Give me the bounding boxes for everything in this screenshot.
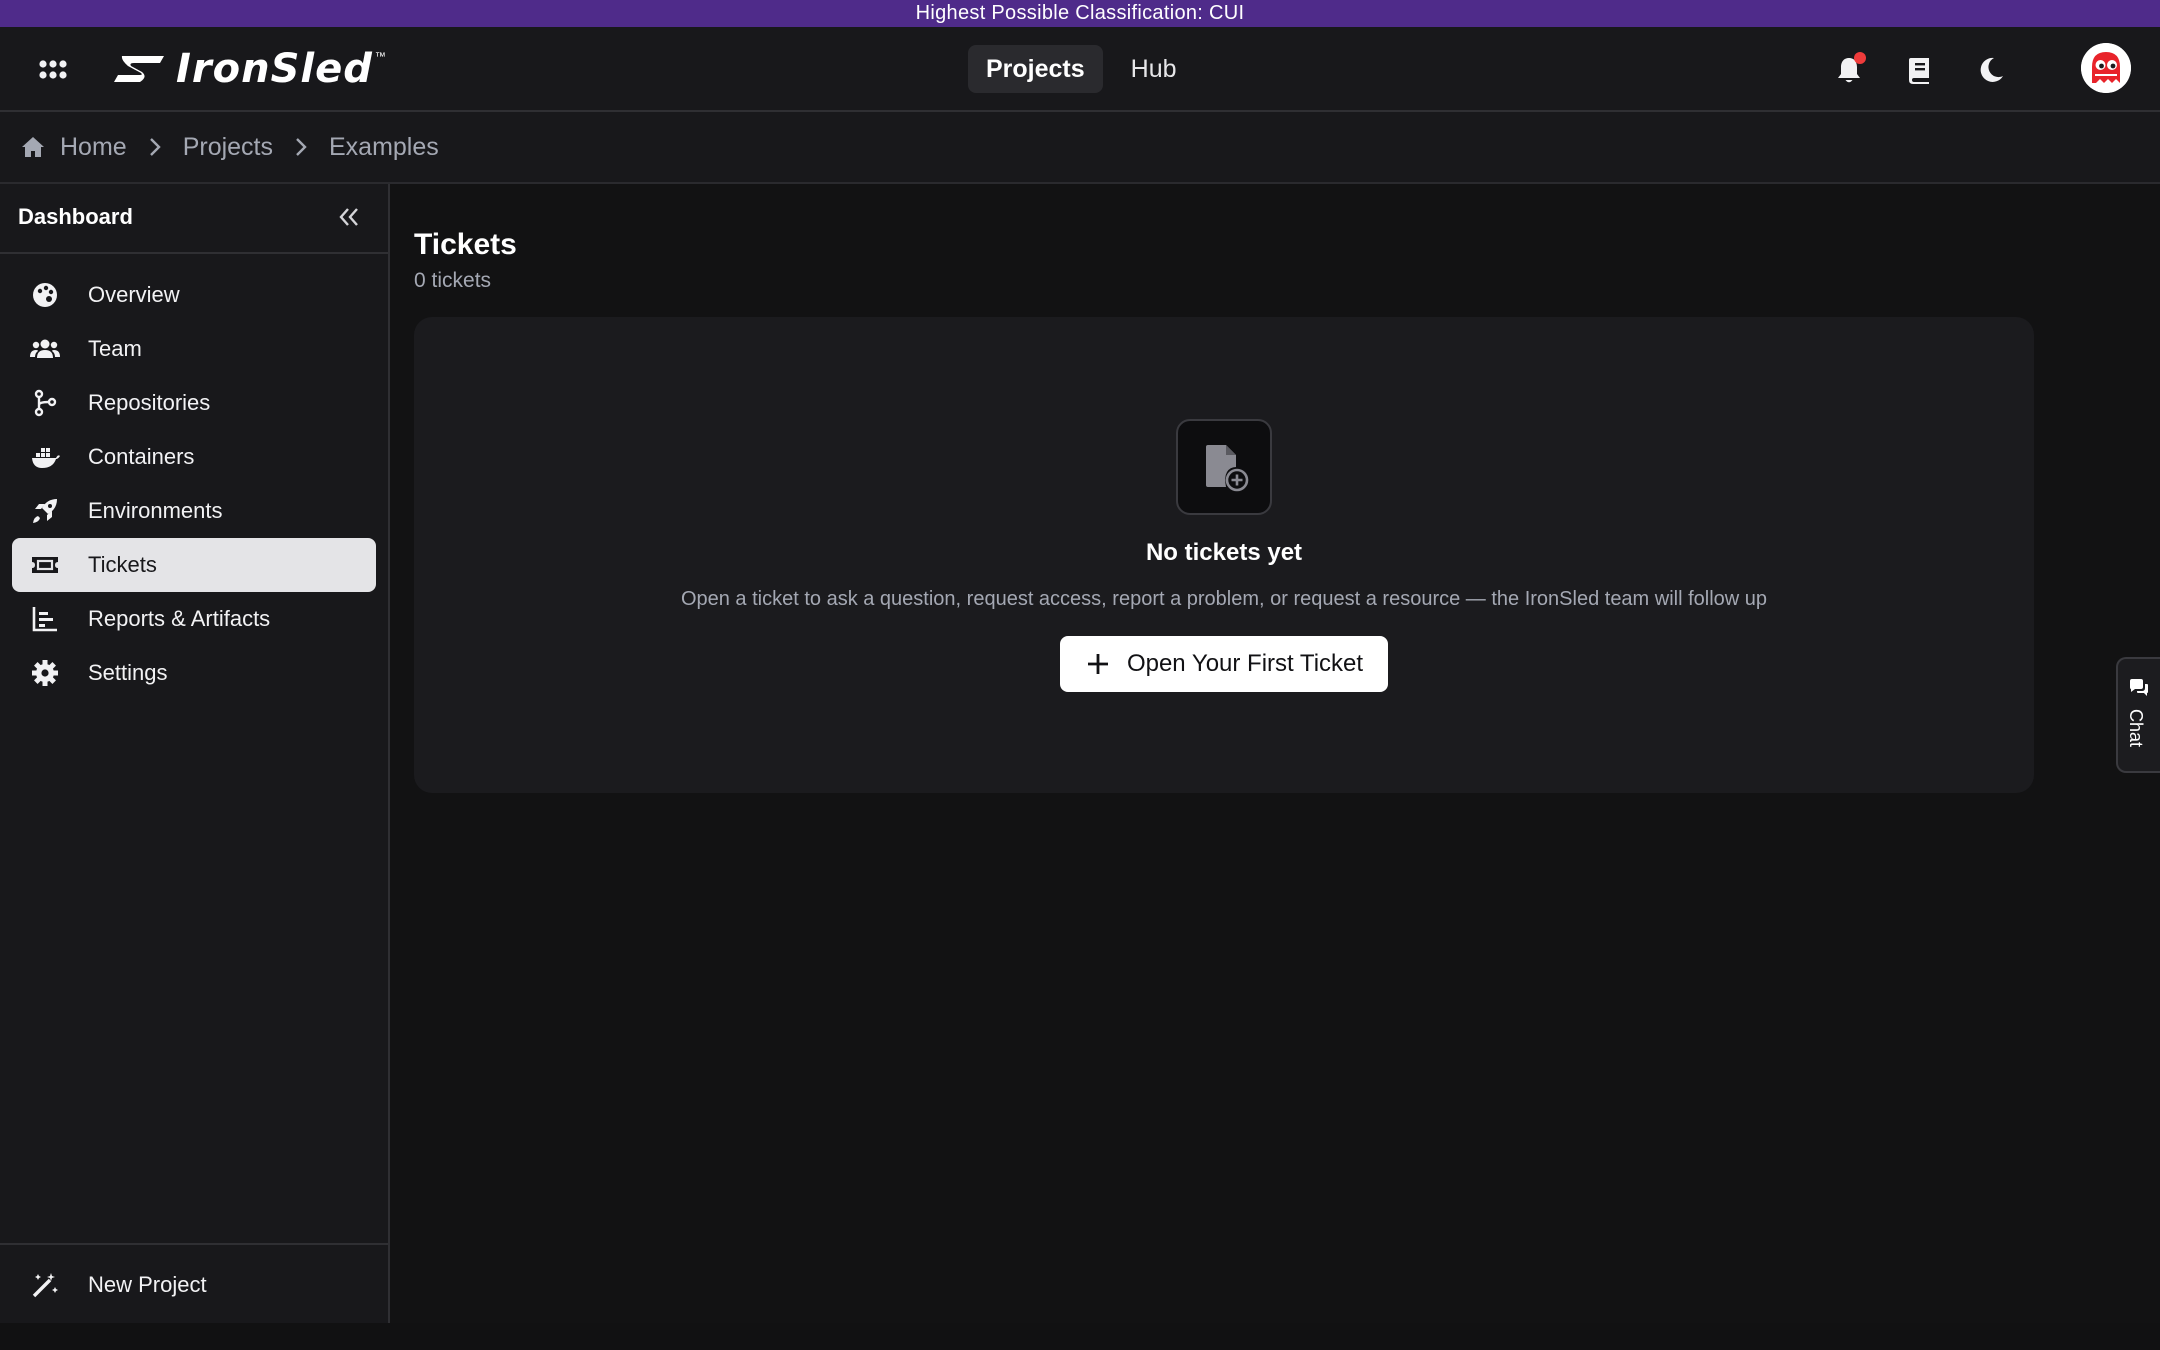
empty-state-description: Open a ticket to ask a question, request… [680, 588, 1768, 610]
notification-dot [1854, 52, 1866, 64]
new-project-button[interactable]: New Project [12, 1258, 376, 1312]
page-title: Tickets [414, 228, 517, 261]
sidebar-item-team[interactable]: Team [12, 322, 376, 376]
open-first-ticket-label: Open Your First Ticket [1126, 650, 1364, 677]
file-plus-icon [1206, 445, 1249, 492]
bottom-edge [0, 1323, 2160, 1350]
sidebar: Dashboard Overview Team Repositories Con… [0, 184, 390, 1323]
theme-toggle-button[interactable] [1972, 51, 2010, 89]
chart-icon [32, 607, 57, 632]
chat-icon [2130, 679, 2148, 696]
branch-icon [34, 389, 57, 417]
rocket-icon [33, 499, 57, 523]
empty-state-title: No tickets yet [1145, 539, 1303, 566]
sidebar-item-label: Team [88, 336, 142, 361]
sidebar-header: Dashboard [0, 184, 388, 254]
sled-logo-icon [114, 56, 164, 82]
plus-icon [1087, 654, 1108, 674]
top-nav: Projects Hub [968, 45, 1195, 93]
sidebar-nav: Overview Team Repositories Containers En… [0, 254, 388, 700]
chevron-right-icon [296, 138, 307, 156]
top-nav-projects[interactable]: Projects [968, 45, 1103, 93]
sidebar-item-containers[interactable]: Containers [12, 430, 376, 484]
double-chevron-left-icon [339, 208, 358, 226]
sidebar-item-label: Environments [88, 498, 223, 523]
logo-text: IronSled [176, 46, 373, 92]
gear-icon [32, 660, 58, 686]
chat-tab[interactable]: Chat [2116, 657, 2160, 773]
open-first-ticket-button[interactable]: Open Your First Ticket [1060, 636, 1388, 692]
classification-banner: Highest Possible Classification: CUI [0, 0, 2160, 27]
sidebar-item-reports[interactable]: Reports & Artifacts [12, 592, 376, 646]
notifications-button[interactable] [1830, 51, 1868, 89]
magic-wand-icon [32, 1273, 58, 1298]
ticket-icon [32, 557, 58, 573]
moon-icon [1980, 57, 2003, 82]
breadcrumb-projects[interactable]: Projects [183, 133, 273, 162]
apps-grid-icon[interactable] [36, 53, 70, 87]
sidebar-footer: New Project [0, 1243, 388, 1323]
top-header: IronSled ™ Projects Hub [0, 27, 2160, 112]
sidebar-item-overview[interactable]: Overview [12, 268, 376, 322]
ironsled-logo[interactable]: IronSled ™ [112, 46, 386, 92]
sidebar-item-label: Tickets [88, 552, 157, 577]
docs-button[interactable] [1901, 51, 1939, 89]
home-icon[interactable] [20, 134, 46, 160]
sidebar-item-label: Containers [88, 444, 195, 469]
breadcrumb-examples[interactable]: Examples [329, 133, 439, 162]
users-icon [30, 339, 60, 358]
top-nav-hub[interactable]: Hub [1113, 45, 1195, 93]
book-icon [1909, 58, 1929, 84]
sidebar-item-tickets[interactable]: Tickets [12, 538, 376, 592]
docker-icon [32, 448, 60, 468]
sidebar-item-repositories[interactable]: Repositories [12, 376, 376, 430]
collapse-sidebar-button[interactable] [334, 202, 364, 232]
chat-label: Chat [2126, 709, 2146, 748]
sidebar-item-settings[interactable]: Settings [12, 646, 376, 700]
chevron-right-icon [149, 138, 161, 156]
sidebar-item-label: Repositories [88, 390, 211, 415]
logo-trademark: ™ [374, 51, 386, 63]
ticket-count: 0 tickets [414, 269, 492, 292]
sidebar-item-label: Overview [88, 282, 180, 307]
breadcrumb-home[interactable]: Home [60, 133, 127, 162]
sidebar-item-environments[interactable]: Environments [12, 484, 376, 538]
ghost-avatar-icon [2081, 43, 2131, 93]
user-avatar[interactable] [2081, 43, 2131, 93]
sidebar-title: Dashboard [18, 204, 133, 229]
empty-state-icon-box [1176, 419, 1272, 515]
new-project-label: New Project [88, 1272, 207, 1297]
sidebar-item-label: Reports & Artifacts [88, 606, 271, 631]
sidebar-item-label: Settings [88, 660, 168, 685]
empty-state-card: No tickets yet Open a ticket to ask a qu… [414, 317, 2034, 793]
palette-icon [33, 283, 57, 307]
breadcrumb: Home Projects Examples [0, 112, 2160, 184]
